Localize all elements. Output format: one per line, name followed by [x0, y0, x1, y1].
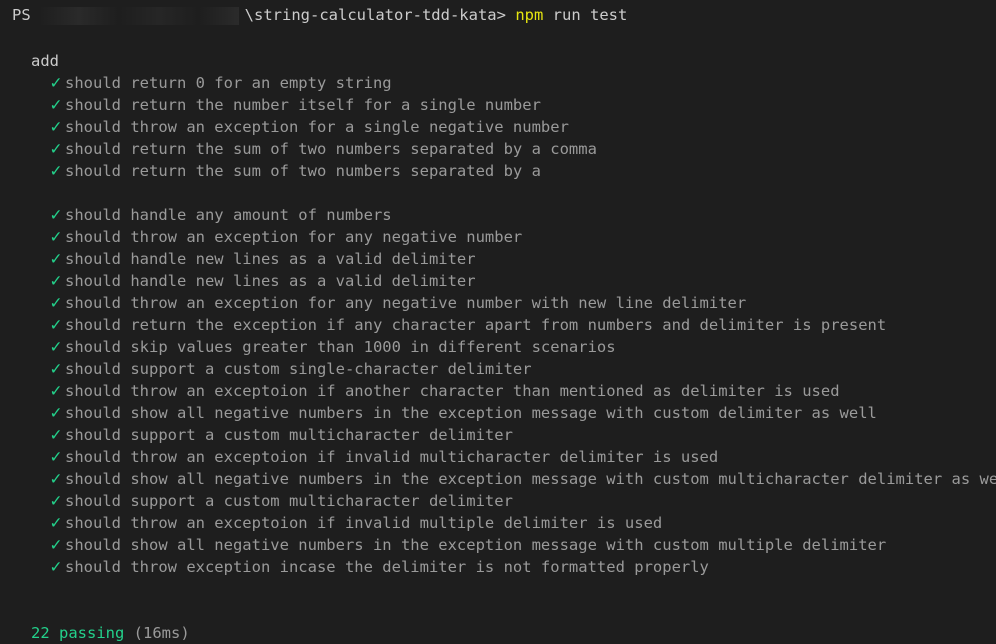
check-icon: ✓ — [49, 228, 63, 246]
test-result-row: ✓ should support a custom multicharacter … — [47, 424, 513, 446]
test-description: should return the exception if any chara… — [65, 316, 887, 334]
test-description: should show all negative numbers in the … — [65, 404, 877, 422]
check-icon: ✓ — [49, 250, 63, 268]
test-description: should throw exception incase the delimi… — [65, 558, 709, 576]
check-icon: ✓ — [49, 74, 63, 92]
test-description: should return the number itself for a si… — [65, 96, 541, 114]
test-description: should throw an exceptoion if invalid mu… — [65, 448, 719, 466]
check-icon: ✓ — [49, 426, 63, 444]
test-description: should handle new lines as a valid delim… — [65, 272, 476, 290]
test-result-row: ✓ should return the sum of two numbers se… — [47, 160, 541, 182]
prompt-ps: PS — [12, 6, 31, 24]
check-icon: ✓ — [49, 360, 63, 378]
test-result-row: ✓ should handle any amount of numbers — [47, 204, 392, 226]
test-description: should support a custom multicharacter d… — [65, 426, 513, 444]
test-result-row: ✓ should handle new lines as a valid deli… — [47, 248, 476, 270]
terminal-window[interactable]: PS \string-calculator-tdd-kata> npm run t… — [0, 0, 996, 642]
test-result-row: ✓ should show all negative numbers in the… — [47, 402, 877, 424]
test-description: should handle new lines as a valid delim… — [65, 250, 476, 268]
test-result-row: ✓ should throw an exceptoion if invalid m… — [47, 446, 719, 468]
test-description: should handle any amount of numbers — [65, 206, 392, 224]
test-duration: (16ms) — [133, 624, 190, 642]
test-result-row: ✓ should show all negative numbers in the… — [47, 468, 996, 490]
suite-title: add — [31, 52, 59, 70]
test-description: should show all negative numbers in the … — [65, 470, 996, 488]
check-icon: ✓ — [49, 118, 63, 136]
check-icon: ✓ — [49, 514, 63, 532]
test-result-row: ✓ should throw exception incase the delim… — [47, 556, 709, 578]
check-icon: ✓ — [49, 140, 63, 158]
test-description: should support a custom multicharacter d… — [65, 492, 513, 510]
test-result-row: ✓ should throw an exception for a single … — [47, 116, 569, 138]
test-description: should skip values greater than 1000 in … — [65, 338, 616, 356]
test-result-row: ✓ should throw an exceptoion if another c… — [47, 380, 840, 402]
check-icon: ✓ — [49, 492, 63, 510]
test-description: should throw an exceptoion if another ch… — [65, 382, 840, 400]
test-description: should return the sum of two numbers sep… — [65, 140, 597, 158]
passing-count: 22 passing — [31, 624, 125, 642]
check-icon: ✓ — [49, 448, 63, 466]
check-icon: ✓ — [49, 558, 63, 576]
test-description: should throw an exceptoion if invalid mu… — [65, 514, 663, 532]
test-result-row: ✓ should throw an exception for any negat… — [47, 292, 747, 314]
check-icon: ✓ — [49, 382, 63, 400]
test-result-row: ✓ should support a custom multicharacter … — [47, 490, 513, 512]
test-result-row: ✓ should return 0 for an empty string — [47, 72, 392, 94]
redacted-path — [38, 6, 239, 25]
check-icon: ✓ — [49, 96, 63, 114]
check-icon: ✓ — [49, 294, 63, 312]
check-icon: ✓ — [49, 206, 63, 224]
test-result-row: ✓ should return the number itself for a s… — [47, 94, 541, 116]
prompt-path: \string-calculator-tdd-kata> — [244, 6, 506, 24]
test-description: should return the sum of two numbers sep… — [65, 162, 541, 180]
check-icon: ✓ — [49, 272, 63, 290]
command-name: npm — [515, 6, 544, 24]
check-icon: ✓ — [49, 338, 63, 356]
test-description: should return 0 for an empty string — [65, 74, 392, 92]
test-result-row: ✓ should handle new lines as a valid deli… — [47, 270, 476, 292]
test-result-row: ✓ should throw an exception for any negat… — [47, 226, 523, 248]
command-args: run test — [552, 6, 628, 24]
prompt-line: PS \string-calculator-tdd-kata> npm run t… — [12, 4, 627, 26]
test-description: should throw an exception for a single n… — [65, 118, 569, 136]
check-icon: ✓ — [49, 536, 63, 554]
check-icon: ✓ — [49, 470, 63, 488]
test-result-row: ✓ should return the exception if any char… — [47, 314, 887, 336]
check-icon: ✓ — [49, 162, 63, 180]
check-icon: ✓ — [49, 404, 63, 422]
test-description: should show all negative numbers in the … — [65, 536, 887, 554]
test-summary: 22 passing (16ms) — [31, 622, 190, 644]
test-result-row: ✓ should throw an exceptoion if invalid m… — [47, 512, 663, 534]
test-result-row: ✓ should skip values greater than 1000 in… — [47, 336, 616, 358]
test-result-row: ✓ should support a custom single-characte… — [47, 358, 532, 380]
test-result-row: ✓ should show all negative numbers in the… — [47, 534, 887, 556]
test-description: should support a custom single-character… — [65, 360, 532, 378]
check-icon: ✓ — [49, 316, 63, 334]
test-result-row: ✓ should return the sum of two numbers se… — [47, 138, 597, 160]
test-description: should throw an exception for any negati… — [65, 294, 747, 312]
test-description: should throw an exception for any negati… — [65, 228, 523, 246]
